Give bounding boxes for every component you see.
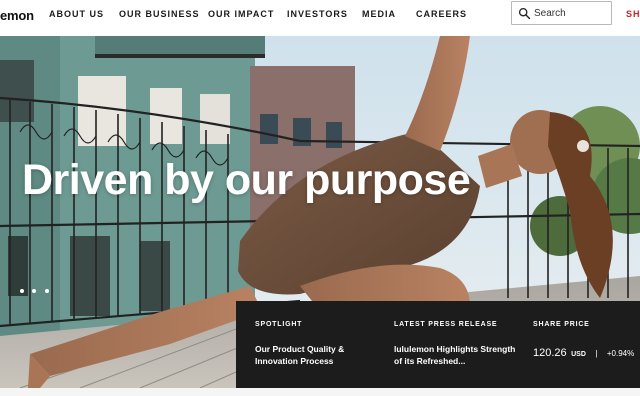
share-price-label: SHARE PRICE bbox=[533, 321, 590, 328]
brand-logo[interactable]: emon bbox=[0, 8, 34, 23]
search-icon bbox=[518, 7, 531, 20]
carousel-dots bbox=[20, 280, 53, 298]
press-release-label: LATEST PRESS RELEASE bbox=[394, 321, 498, 328]
search-input[interactable] bbox=[534, 5, 608, 21]
hero-headline: Driven by our purpose bbox=[22, 156, 471, 204]
spotlight-line-2: Innovation Process bbox=[255, 356, 334, 366]
spotlight-link[interactable]: Our Product Quality & Innovation Process bbox=[255, 343, 344, 367]
press-release-line-1: lululemon Highlights Strength bbox=[394, 344, 516, 354]
share-price-value: 120.26 bbox=[533, 347, 567, 359]
search-box[interactable] bbox=[511, 1, 612, 25]
spotlight-label: SPOTLIGHT bbox=[255, 321, 303, 328]
share-price: 120.26 USD | +0.94% bbox=[533, 343, 634, 361]
share-price-separator: | bbox=[595, 349, 598, 358]
shop-link[interactable]: SHO bbox=[626, 9, 640, 19]
info-panel: SPOTLIGHT Our Product Quality & Innovati… bbox=[236, 301, 640, 388]
nav-our-impact[interactable]: OUR IMPACT bbox=[208, 9, 274, 19]
nav-investors[interactable]: INVESTORS bbox=[287, 9, 348, 19]
press-release-line-2: of its Refreshed... bbox=[394, 356, 466, 366]
nav-about-us[interactable]: ABOUT US bbox=[49, 9, 104, 19]
share-price-currency: USD bbox=[571, 351, 586, 358]
page-bottom-strip bbox=[0, 388, 640, 396]
carousel-dot-2[interactable] bbox=[32, 289, 37, 293]
nav-careers[interactable]: CAREERS bbox=[416, 9, 467, 19]
nav-our-business[interactable]: OUR BUSINESS bbox=[119, 9, 200, 19]
hero-banner: Driven by our purpose SPOTLIGHT Our Prod… bbox=[0, 36, 640, 388]
top-navigation-bar: emon ABOUT US OUR BUSINESS OUR IMPACT IN… bbox=[0, 0, 640, 36]
carousel-dot-1[interactable] bbox=[20, 289, 24, 293]
spotlight-line-1: Our Product Quality & bbox=[255, 344, 345, 354]
carousel-dot-3[interactable] bbox=[44, 289, 49, 293]
nav-media[interactable]: MEDIA bbox=[362, 9, 396, 19]
share-price-change: +0.94% bbox=[606, 349, 635, 358]
press-release-link[interactable]: lululemon Highlights Strength of its Ref… bbox=[394, 343, 515, 367]
